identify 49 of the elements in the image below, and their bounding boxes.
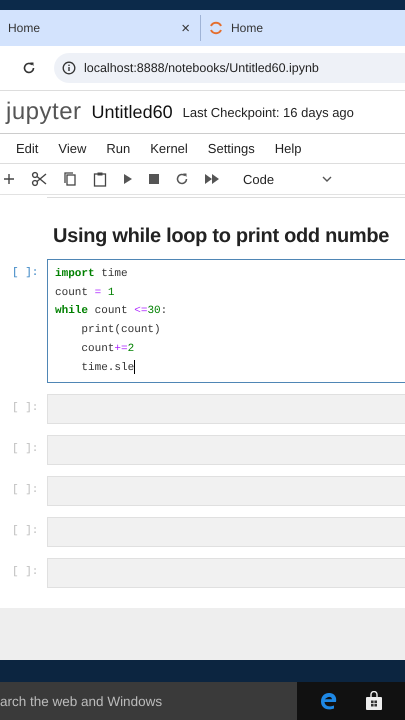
- cell-prompt: [ ]:: [11, 266, 40, 279]
- tab-title: Home: [231, 21, 264, 35]
- menu-item[interactable]: Run: [100, 139, 136, 158]
- notebook-title[interactable]: Untitled60: [92, 102, 173, 122]
- code-cell[interactable]: [47, 517, 405, 548]
- tab-title: Home: [8, 21, 42, 35]
- chevron-down-icon: [322, 176, 332, 182]
- menu-item[interactable]: Help: [268, 139, 308, 158]
- clipboard-icon[interactable]: [93, 171, 107, 187]
- checkpoint-text: Last Checkpoint: 16 days ago: [182, 104, 354, 120]
- cell-prompt: [ ]:: [11, 565, 40, 578]
- add-icon[interactable]: [3, 173, 15, 185]
- code-cell[interactable]: [47, 558, 405, 588]
- store-icon[interactable]: [365, 691, 383, 711]
- code-cell[interactable]: [47, 435, 405, 466]
- markdown-heading: Using while loop to print odd numbe: [53, 225, 390, 248]
- loading-icon: [209, 21, 223, 35]
- search-box[interactable]: arch the web and Windows: [0, 682, 297, 720]
- restart-icon[interactable]: [175, 172, 189, 186]
- code-cell[interactable]: [47, 476, 405, 506]
- menu-item[interactable]: Kernel: [144, 139, 194, 158]
- jupyter-logo[interactable]: jupyter: [6, 98, 82, 126]
- scissors-icon[interactable]: [31, 171, 47, 187]
- menu-item[interactable]: Edit: [10, 139, 44, 158]
- cell-prompt: [ ]:: [11, 483, 40, 496]
- fast-forward-icon[interactable]: [205, 174, 219, 184]
- cell-type-dropdown[interactable]: Code: [237, 170, 338, 188]
- code-line: print(count): [80, 323, 162, 338]
- cell-prompt: [ ]:: [11, 524, 40, 538]
- close-icon[interactable]: ×: [181, 20, 190, 36]
- cell-prompt: [ ]:: [11, 442, 40, 456]
- menu-item[interactable]: Settings: [202, 139, 261, 158]
- cell-prompt: [ ]:: [11, 401, 40, 414]
- copy-icon[interactable]: [63, 171, 77, 187]
- browser-tab[interactable]: Home: [201, 15, 272, 41]
- code-line: while count <=30:: [55, 304, 168, 320]
- browser-e-icon[interactable]: [319, 691, 339, 711]
- reload-icon[interactable]: [22, 61, 36, 75]
- info-icon[interactable]: [62, 61, 76, 75]
- code-cell[interactable]: import time count = 1 while count <=30: print(count) count+=2 time.sle: [47, 259, 405, 384]
- browser-tab[interactable]: Home ×: [0, 15, 201, 41]
- address-bar[interactable]: localhost:8888/notebooks/Untitled60.ipynb: [54, 53, 405, 83]
- menu-item[interactable]: View: [52, 139, 92, 158]
- code-line: count+=2: [80, 342, 136, 357]
- run-icon[interactable]: [123, 173, 133, 185]
- code-line: import time: [55, 267, 129, 282]
- code-line: time.sle: [80, 358, 136, 376]
- code-cell[interactable]: [47, 394, 405, 424]
- code-line: count = 1: [55, 286, 116, 301]
